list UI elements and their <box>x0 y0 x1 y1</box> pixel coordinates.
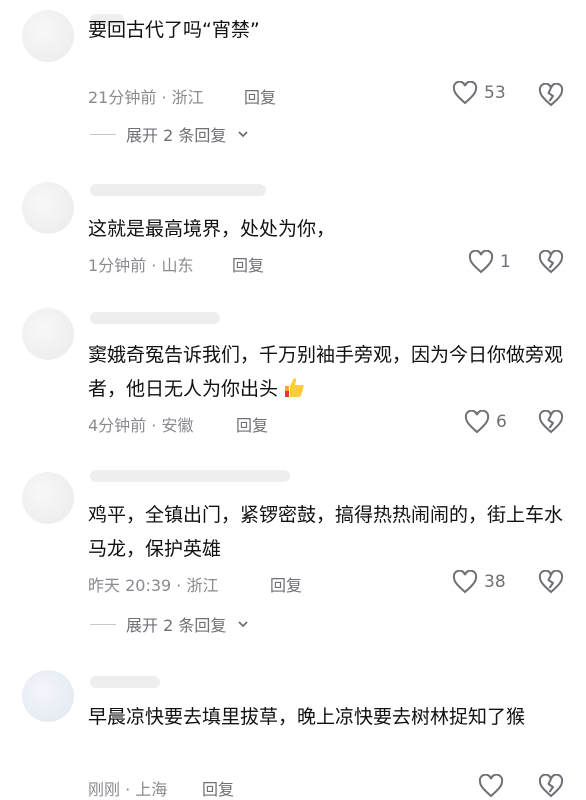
reply-button[interactable]: 回复 <box>232 252 264 276</box>
username-blurred[interactable] <box>90 470 290 482</box>
comment-meta: 21分钟前 · 浙江 <box>88 88 204 107</box>
like-count: 1 <box>500 252 511 272</box>
comment-text: 早晨凉快要去填里拔草，晚上凉快要去树林捉知了猴 <box>88 706 526 728</box>
heart-outline-icon <box>468 250 494 274</box>
broken-heart-icon[interactable] <box>538 410 564 434</box>
comment-item: 早晨凉快要去填里拔草，晚上凉快要去树林捉知了猴 刚刚 · 上海 回复 <box>0 660 586 800</box>
comment-meta: 4分钟前 · 安徽 <box>88 416 194 435</box>
comment-meta: 昨天 20:39 · 浙江 <box>88 576 219 595</box>
like-button[interactable]: 1 <box>468 250 511 274</box>
comment-item: 窦娥奇冤告诉我们，千万别袖手旁观，因为今日你做旁观者，他日无人为你出头 4分钟前… <box>0 300 586 460</box>
chevron-down-icon <box>236 127 250 141</box>
expand-replies-label: 展开 2 条回复 <box>126 616 227 635</box>
reply-button[interactable]: 回复 <box>202 776 234 800</box>
username-blurred[interactable] <box>90 184 266 196</box>
comment-text: 窦娥奇冤告诉我们，千万别袖手旁观，因为今日你做旁观者，他日无人为你出头 <box>88 338 568 406</box>
broken-heart-icon[interactable] <box>538 570 564 594</box>
avatar[interactable] <box>22 472 74 524</box>
like-count: 38 <box>484 572 506 592</box>
avatar[interactable] <box>22 182 74 234</box>
expand-replies-button[interactable]: 展开 2 条回复 <box>90 612 250 636</box>
like-button[interactable]: 53 <box>452 81 506 105</box>
username-blurred[interactable] <box>90 676 160 688</box>
heart-outline-icon <box>452 570 478 594</box>
comment-meta: 1分钟前 · 山东 <box>88 256 194 275</box>
thumbs-up-emoji <box>282 375 306 399</box>
heart-outline-icon <box>464 410 490 434</box>
avatar[interactable] <box>22 670 74 722</box>
comment-meta: 刚刚 · 上海 <box>88 780 168 799</box>
comment-text-body: 窦娥奇冤告诉我们，千万别袖手旁观，因为今日你做旁观者，他日无人为你出头 <box>88 344 564 400</box>
like-count: 53 <box>484 83 506 103</box>
comment-text: 鸡平，全镇出门，紧锣密鼓，搞得热热闹闹的，街上车水马龙，保护英雄 <box>88 504 564 560</box>
reply-button[interactable]: 回复 <box>270 572 302 596</box>
divider <box>90 133 116 135</box>
comment-item: 要回古代了吗“宵禁” 21分钟前 · 浙江 回复 53 展开 2 条回复 <box>0 0 586 150</box>
comment-item: 鸡平，全镇出门，紧锣密鼓，搞得热热闹闹的，街上车水马龙，保护英雄 昨天 20:3… <box>0 460 586 660</box>
chevron-down-icon <box>236 617 250 631</box>
like-count: 6 <box>496 412 507 432</box>
avatar[interactable] <box>22 10 74 62</box>
heart-outline-icon <box>452 81 478 105</box>
divider <box>90 623 116 625</box>
broken-heart-icon[interactable] <box>538 774 564 798</box>
like-button[interactable]: 6 <box>464 410 507 434</box>
comment-text: 这就是最高境界，处处为你， <box>88 218 336 240</box>
heart-outline-icon <box>478 774 504 798</box>
avatar[interactable] <box>22 308 74 360</box>
username-blurred[interactable] <box>90 312 220 324</box>
broken-heart-icon[interactable] <box>538 250 564 274</box>
comment-item: 这就是最高境界，处处为你， 1分钟前 · 山东 回复 1 <box>0 150 586 300</box>
expand-replies-button[interactable]: 展开 2 条回复 <box>90 122 250 146</box>
broken-heart-icon[interactable] <box>538 83 564 107</box>
reply-button[interactable]: 回复 <box>236 412 268 436</box>
comment-text: 要回古代了吗“宵禁” <box>88 19 260 41</box>
like-button[interactable] <box>478 774 510 798</box>
reply-button[interactable]: 回复 <box>244 84 276 108</box>
expand-replies-label: 展开 2 条回复 <box>126 126 227 145</box>
like-button[interactable]: 38 <box>452 570 506 594</box>
